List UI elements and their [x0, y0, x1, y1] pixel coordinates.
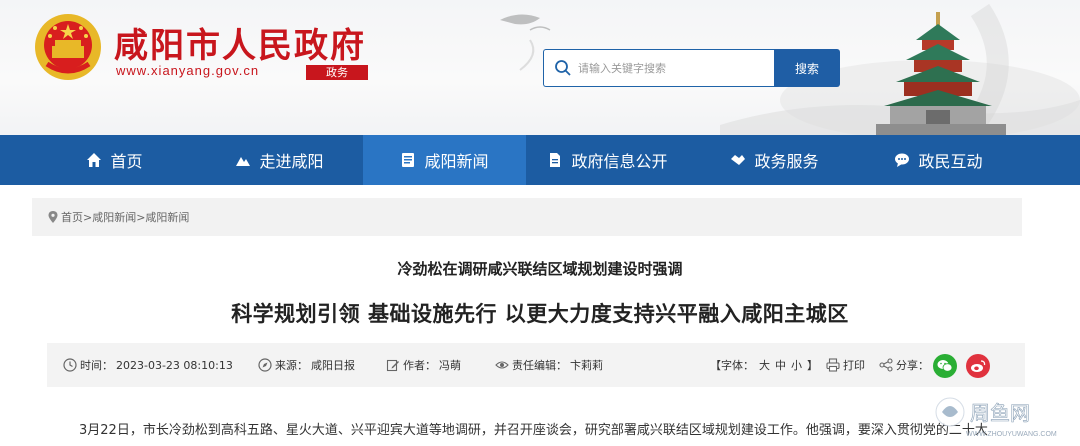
location-pin-icon [48, 211, 58, 223]
print-label: 打印 [843, 359, 865, 372]
source: 来源： 咸阳日报 [258, 357, 355, 373]
news-icon [402, 153, 415, 167]
nav-item-about-xianyang[interactable]: 走进咸阳 [198, 135, 361, 185]
main-nav: 首页 走进咸阳 咸阳新闻 政府信息公开 政务服务 政民互动 [0, 135, 1080, 185]
site-url: www.xianyang.gov.cn [116, 63, 260, 78]
font-size-small-button[interactable]: 小 [791, 357, 802, 373]
edit-icon [386, 359, 399, 372]
nav-item-home[interactable]: 首页 [33, 135, 196, 185]
breadcrumb-bar: 首页>咸阳新闻>咸阳新闻 [32, 198, 1022, 236]
editor-value: 卞莉莉 [570, 359, 603, 372]
site-tag: 政务 [306, 65, 368, 80]
nav-item-label: 首页 [110, 152, 143, 171]
nav-item-gov-info-disclosure[interactable]: 政府信息公开 [526, 135, 689, 185]
compass-icon [258, 358, 272, 372]
source-label: 来源： [275, 359, 308, 372]
nav-item-gov-services[interactable]: 政务服务 [693, 135, 856, 185]
font-size-label: 【字体： [710, 359, 754, 372]
handshake-icon [731, 155, 746, 165]
nav-item-label: 走进咸阳 [259, 152, 324, 171]
eye-icon [495, 361, 509, 369]
mountain-icon [236, 157, 251, 166]
article-title: 科学规划引领 基础设施先行 以更大力度支持兴平融入咸阳主城区 [231, 302, 849, 326]
nav-item-public-interaction[interactable]: 政民互动 [857, 135, 1020, 185]
font-size-large-button[interactable]: 大 [759, 357, 770, 373]
search-button[interactable]: 搜索 [774, 49, 840, 87]
time-value: 2023-03-23 08:10:13 [116, 358, 233, 372]
wechat-icon [937, 360, 953, 372]
wechat-share-button[interactable] [933, 354, 957, 378]
author-label: 作者： [403, 359, 436, 372]
weibo-share-button[interactable] [966, 354, 990, 378]
site-header: 咸阳市人民政府 www.xianyang.gov.cn 政务 搜索 [0, 0, 1080, 135]
site-title: 咸阳市人民政府 [114, 26, 366, 66]
search-icon [555, 60, 571, 76]
weibo-icon [971, 360, 986, 372]
author-value: 冯萌 [439, 359, 461, 372]
share-icon [879, 358, 893, 372]
share-label: 分享： [896, 359, 929, 372]
source-value: 咸阳日报 [311, 359, 355, 372]
bell-tower-illustration [876, 12, 1006, 135]
author: 作者： 冯萌 [386, 357, 461, 373]
printer-icon [826, 358, 840, 372]
document-icon [550, 153, 561, 167]
home-icon [87, 153, 102, 167]
editor-label: 责任编辑： [512, 359, 567, 372]
article-info-bar: 时间： 2023-03-23 08:10:13 来源： 咸阳日报 作者： 冯萌 [47, 343, 1025, 387]
time-label: 时间： [80, 359, 113, 372]
font-size-control: 【字体： 大 中 小 】 [710, 357, 818, 373]
chat-icon [895, 153, 910, 167]
national-emblem-logo [35, 14, 101, 80]
clock-icon [63, 358, 77, 372]
share: 分享： [879, 357, 929, 373]
font-size-medium-button[interactable]: 中 [775, 357, 786, 373]
print-button[interactable]: 打印 [826, 357, 865, 373]
nav-item-xianyang-news[interactable]: 咸阳新闻 [363, 135, 526, 185]
breadcrumb-text[interactable]: 首页>咸阳新闻>咸阳新闻 [61, 209, 189, 225]
nav-item-label: 政民互动 [918, 152, 983, 171]
article-subtitle: 冷劲松在调研咸兴联结区域规划建设时强调 [397, 260, 683, 278]
search-box [543, 49, 775, 87]
article-body-first-line: 3月22日，市长冷劲松到高科五路、星火大道、兴平迎宾大道等地调研，并召开座谈会，… [79, 423, 988, 438]
watermark-text: 周鱼网 [970, 401, 1030, 425]
watermark-url: WWW.ZHOUYUWANG.COM [966, 431, 1057, 438]
publish-time: 时间： 2023-03-23 08:10:13 [63, 357, 233, 373]
breadcrumb: 首页>咸阳新闻>咸阳新闻 [48, 209, 189, 225]
page: 咸阳市人民政府 www.xianyang.gov.cn 政务 搜索 [0, 0, 1080, 446]
search-input[interactable] [578, 50, 768, 86]
nav-item-label: 政务服务 [754, 152, 819, 171]
nav-item-label: 咸阳新闻 [424, 152, 489, 171]
nav-item-label: 政府信息公开 [571, 152, 668, 171]
editor: 责任编辑： 卞莉莉 [495, 357, 603, 373]
watermark-logo: 周鱼网 WWW.ZHOUYUWANG.COM [935, 397, 1057, 438]
font-size-bracket-end: 】 [807, 359, 818, 372]
